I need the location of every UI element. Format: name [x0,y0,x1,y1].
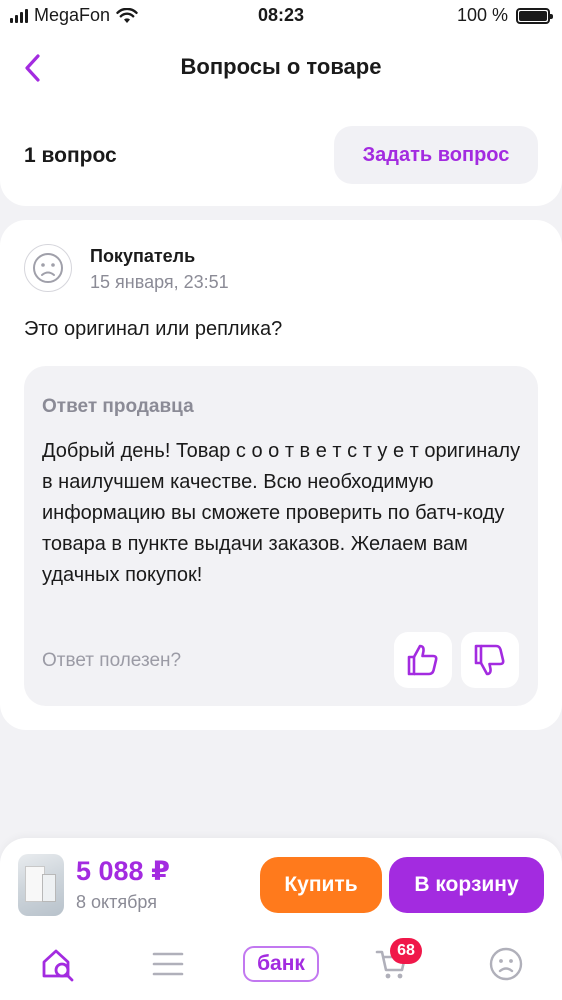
tab-profile[interactable] [484,942,528,986]
catalog-icon [152,952,184,976]
back-button[interactable] [18,50,48,86]
question-date: 15 января, 23:51 [90,272,229,292]
seller-answer: Ответ продавца Добрый день! Товар с о о … [24,366,538,706]
helpful-no-button[interactable] [461,632,519,688]
helpful-label: Ответ полезен? [42,650,182,671]
tab-home[interactable] [36,942,80,986]
tab-bar: банк 68 [0,934,562,1000]
question-text: Это оригинал или реплика? [24,318,283,340]
battery-icon [516,7,553,24]
answer-title: Ответ продавца [42,396,194,417]
profile-icon [489,947,523,981]
thumbs-down-icon [474,644,505,676]
questions-summary: 1 вопрос Задать вопрос [0,110,562,206]
status-bar: MegaFon 08:23 100 % [0,0,562,32]
user-avatar-icon [24,244,72,292]
question-count: 1 вопрос [24,144,117,167]
battery-percent: 100 % [456,5,508,25]
page-title: Вопросы о товаре [180,54,382,79]
helpful-yes-button[interactable] [394,632,452,688]
ask-question-button[interactable]: Задать вопрос [334,126,538,184]
add-to-cart-button[interactable]: В корзину [389,857,544,913]
tab-catalog[interactable] [146,942,190,986]
status-right: 100 % [456,5,553,26]
question-card: Покупатель 15 января, 23:51 Это оригинал… [0,220,562,730]
product-price: 5 088 ₽ [76,856,170,886]
home-search-icon [42,949,74,982]
thumbs-up-icon [407,644,438,676]
question-author: Покупатель [90,246,196,266]
chevron-left-icon [25,54,40,82]
tab-bank[interactable]: банк [243,946,319,982]
buy-now-button[interactable]: Купить [260,857,382,913]
header: Вопросы о товаре [0,32,562,110]
cart-count-badge: 68 [390,938,422,964]
product-thumbnail[interactable] [18,854,64,916]
purchase-bar: 5 088 ₽ 8 октября Купить В корзину [0,838,562,934]
answer-text: Добрый день! Товар с о о т в е т с т у е… [42,440,521,586]
delivery-date: 8 октября [76,892,157,912]
